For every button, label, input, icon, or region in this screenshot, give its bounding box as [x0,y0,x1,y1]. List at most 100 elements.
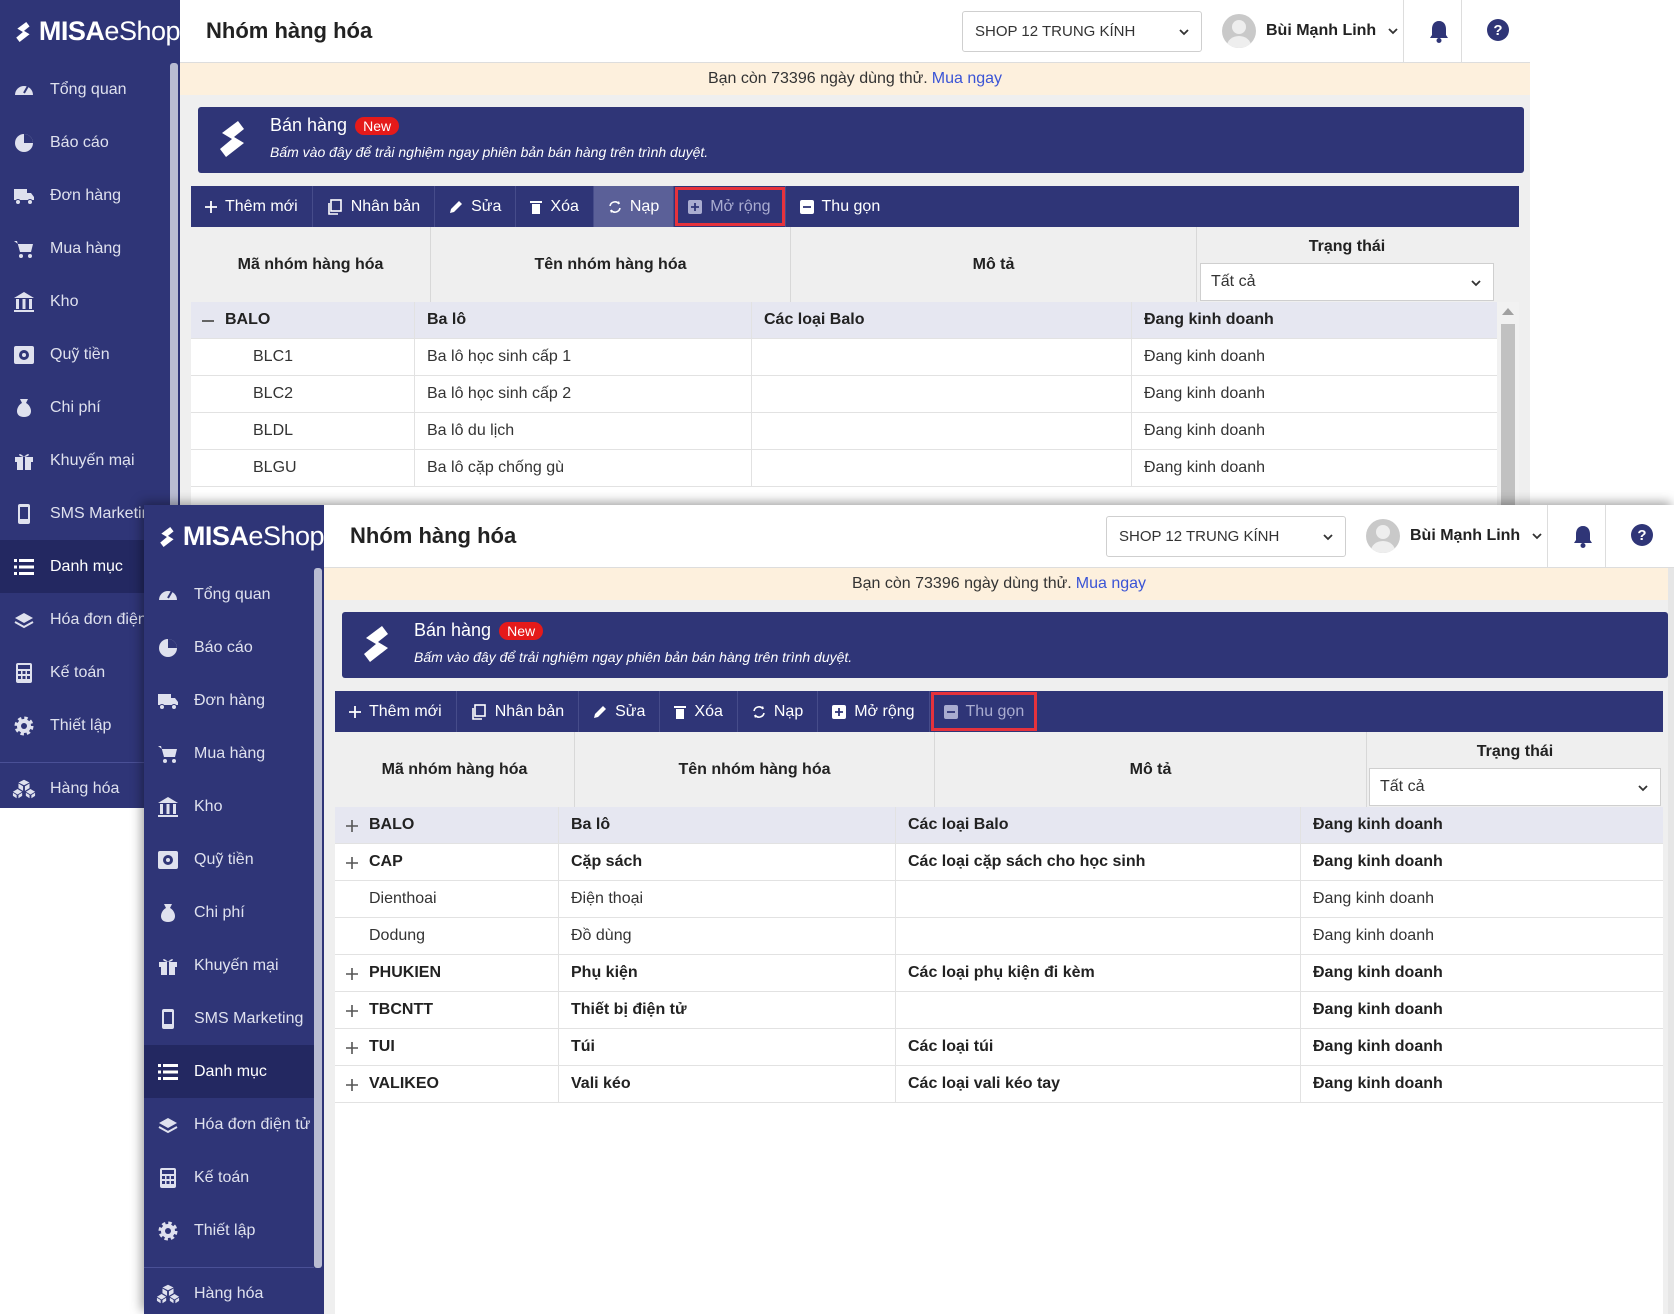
cell-text: Đang kinh doanh [1144,422,1265,439]
trial-notice-text: Bạn còn 73396 ngày dùng thử. [707,70,928,87]
logo[interactable]: MISAeShop [144,505,324,568]
sidebar-item-7[interactable]: Chi phí [0,381,170,434]
chevron-down-icon [1388,28,1398,35]
sidebar-item-9[interactable]: SMS Marketing [144,992,314,1045]
sidebar-scrollbar[interactable] [314,568,322,1268]
cell-text: Phụ kiện [571,964,638,981]
table-row[interactable]: Dienthoai Điện thoại Đang kinh doanh [335,881,1663,918]
expand-row-icon[interactable] [343,817,361,835]
sidebar-item-label: SMS Marketing [50,504,160,522]
column-header-code[interactable]: Mã nhóm hàng hóa [191,227,431,302]
cart-icon [156,742,180,766]
sidebar-item-7[interactable]: Chi phí [144,886,314,939]
column-header-name[interactable]: Tên nhóm hàng hóa [431,227,791,302]
reload-button[interactable]: Nạp [593,186,675,227]
edit-button[interactable]: Sửa [579,691,661,732]
expand-row-icon[interactable] [343,854,361,872]
cell-text: Các loại vali kéo tay [908,1075,1061,1092]
sidebar-item-6[interactable]: Quỹ tiền [0,328,170,381]
user-menu[interactable]: Bùi Mạnh Linh [1222,14,1400,48]
bell-icon[interactable] [1572,524,1594,548]
cell-text: Các loại Balo [908,816,1009,833]
delete-button[interactable]: Xóa [660,691,738,732]
sidebar-item-3[interactable]: Đơn hàng [144,674,314,727]
sidebar-item-10[interactable]: Danh mục [144,1045,314,1098]
invoice-icon [156,1113,180,1137]
sidebar-item-5[interactable]: Kho [0,275,170,328]
shop-select[interactable]: SHOP 12 TRUNG KÍNH [1106,516,1346,557]
column-header-code[interactable]: Mã nhóm hàng hóa [335,732,575,807]
column-header-description[interactable]: Mô tả [791,227,1197,302]
cell-status: Đang kinh doanh [1132,302,1497,338]
status-filter-select[interactable]: Tất cả [1369,768,1661,806]
buy-now-link[interactable]: Mua ngay [932,70,1002,88]
cell-name: Phụ kiện [559,955,896,991]
sidebar-item-4[interactable]: Mua hàng [144,727,314,780]
logo[interactable]: MISAeShop [0,0,180,63]
sidebar-item-8[interactable]: Khuyến mại [144,939,314,992]
sidebar-item-label: Hàng hóa [194,1285,264,1302]
collapse-row-icon[interactable] [199,312,217,330]
expand-row-icon[interactable] [343,965,361,983]
sidebar-item-3[interactable]: Đơn hàng [0,169,170,222]
sidebar-item-8[interactable]: Khuyến mại [0,434,170,487]
collapse-button[interactable]: Thu gọn [786,186,895,227]
shop-select[interactable]: SHOP 12 TRUNG KÍNH [962,11,1202,52]
expand-row-icon[interactable] [343,1076,361,1094]
misa-logo-icon [220,121,244,157]
table-row[interactable]: BLC2 Ba lô học sinh cấp 2 Đang kinh doanh [191,376,1519,413]
user-menu[interactable]: Bùi Mạnh Linh [1366,519,1544,553]
sidebar-item-1[interactable]: Tổng quan [0,63,170,116]
table-row[interactable]: VALIKEO Vali kéo Các loại vali kéo tay Đang… [335,1066,1663,1103]
table-row[interactable]: TUI Túi Các loại túi Đang kinh doanh [335,1029,1663,1066]
table-row[interactable]: TBCNTT Thiết bị điện tử Đang kinh doanh [335,992,1663,1029]
sidebar-item-4[interactable]: Mua hàng [0,222,170,275]
duplicate-button[interactable]: Nhân bản [313,186,436,227]
sidebar-item-1[interactable]: Tổng quan [144,568,314,621]
sidebar-item-11[interactable]: Hóa đơn điện tử [144,1098,314,1151]
add-button[interactable]: Thêm mới [191,186,313,227]
collapse-button[interactable]: Thu gọn [930,691,1039,732]
sidebar-item-12[interactable]: Kế toán [144,1151,314,1204]
table-row[interactable]: PHUKIEN Phụ kiện Các loại phụ kiện đi kèm Đ… [335,955,1663,992]
table-row[interactable]: BALO Ba lô Các loại Balo Đang kinh doanh [191,302,1519,339]
add-button[interactable]: Thêm mới [335,691,457,732]
buy-now-link[interactable]: Mua ngay [1076,575,1146,593]
cell-desc: Các loại túi [896,1029,1301,1065]
expand-button[interactable]: Mở rộng [674,186,786,227]
expand-row-icon[interactable] [343,1039,361,1057]
page-scrollbar[interactable] [1668,568,1674,1314]
warehouse-icon [12,290,36,314]
table-row[interactable]: BLGU Ba lô cặp chống gù Đang kinh doanh [191,450,1519,487]
table-row[interactable]: BLC1 Ba lô học sinh cấp 1 Đang kinh doanh [191,339,1519,376]
sales-banner[interactable]: Bán hàng New Bấm vào đây để trải nghiệm n… [342,612,1668,678]
help-icon[interactable]: ? [1486,18,1510,42]
sidebar-item-2[interactable]: Báo cáo [144,621,314,674]
sidebar-item-2[interactable]: Báo cáo [0,116,170,169]
sidebar-item-13[interactable]: Thiết lập [144,1204,314,1257]
status-filter-select[interactable]: Tất cả [1200,263,1494,301]
bell-icon[interactable] [1428,19,1450,43]
scroll-up-arrow[interactable] [1502,308,1514,315]
table-row[interactable]: BALO Ba lô Các loại Balo Đang kinh doanh [335,807,1663,844]
sidebar-item-5[interactable]: Kho [144,780,314,833]
column-header-description[interactable]: Mô tả [935,732,1367,807]
table-row[interactable]: CAP Cặp sách Các loại cặp sách cho học sin… [335,844,1663,881]
sidebar-item-14[interactable]: Hàng hóa [144,1267,314,1314]
plus-square-icon [688,199,703,214]
sidebar-item-6[interactable]: Quỹ tiền [144,833,314,886]
cell-text: TBCNTT [369,1001,433,1018]
edit-button[interactable]: Sửa [435,186,517,227]
sales-banner[interactable]: Bán hàng New Bấm vào đây để trải nghiệm n… [198,107,1524,173]
duplicate-button[interactable]: Nhân bản [457,691,580,732]
expand-button[interactable]: Mở rộng [818,691,930,732]
reload-button[interactable]: Nạp [738,691,819,732]
table-row[interactable]: Dodung Đồ dùng Đang kinh doanh [335,918,1663,955]
expand-row-icon[interactable] [343,1002,361,1020]
sidebar-menu: Tổng quan Báo cáo Đơn hàng Mua hàng Kho Quỹ t… [144,568,314,1314]
cell-text: Đang kinh doanh [1313,816,1443,833]
delete-button[interactable]: Xóa [516,186,594,227]
table-row[interactable]: BLDL Ba lô du lịch Đang kinh doanh [191,413,1519,450]
column-header-name[interactable]: Tên nhóm hàng hóa [575,732,935,807]
help-icon[interactable]: ? [1630,523,1654,547]
